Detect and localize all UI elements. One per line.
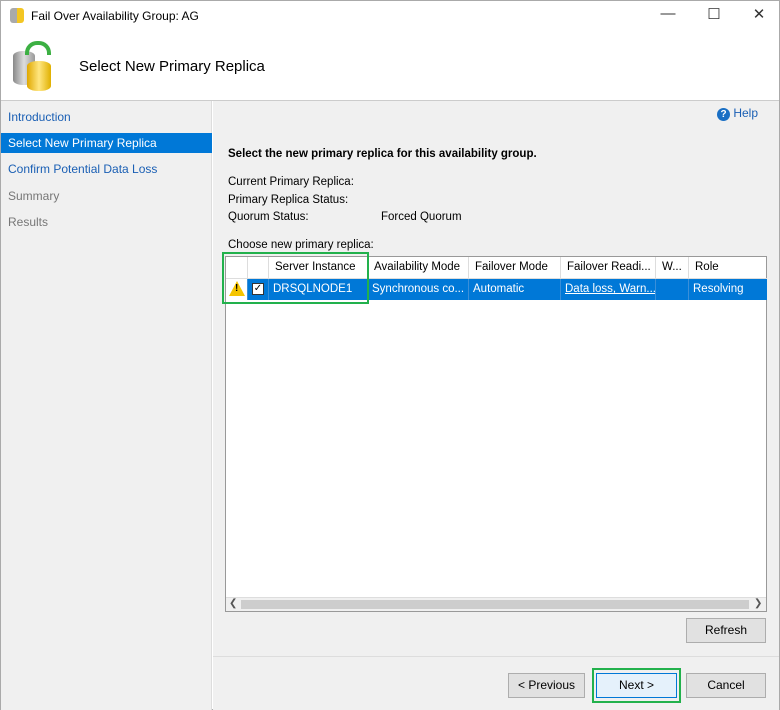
highlight-box-next (592, 668, 681, 703)
nav-item-summary: Summary (8, 189, 60, 203)
instruction-text: Select the new primary replica for this … (228, 148, 537, 160)
column-header-failover-mode[interactable]: Failover Mode (469, 257, 561, 279)
highlight-box-server (222, 252, 369, 304)
column-header-failover-readiness[interactable]: Failover Readi... (561, 257, 656, 279)
role-cell: Resolving (689, 279, 767, 300)
replica-grid: Server Instance Availability Mode Failov… (225, 256, 767, 612)
help-label: Help (733, 106, 759, 120)
nav-item-introduction[interactable]: Introduction (1, 107, 212, 127)
help-icon: ? (717, 108, 730, 121)
horizontal-scrollbar[interactable]: ❮ ❯ (226, 597, 766, 611)
w-cell (656, 279, 689, 300)
current-primary-label: Current Primary Replica: (228, 176, 354, 188)
window-title: Fail Over Availability Group: AG (31, 9, 199, 23)
failover-readiness-link[interactable]: Data loss, Warn... (561, 279, 656, 300)
column-header-availability-mode[interactable]: Availability Mode (368, 257, 469, 279)
quorum-status-value: Forced Quorum (381, 211, 462, 223)
nav-item-results: Results (8, 215, 49, 229)
wizard-nav: Introduction Select New Primary Replica … (1, 101, 212, 710)
availability-mode-cell: Synchronous co... (368, 279, 469, 300)
app-icon (10, 8, 24, 23)
nav-item-select-new-primary-replica[interactable]: Select New Primary Replica (1, 133, 212, 153)
availability-group-icon (13, 41, 57, 91)
title-bar: Fail Over Availability Group: AG — ☐ ✕ (1, 1, 779, 31)
choose-replica-label: Choose new primary replica: (228, 239, 374, 251)
close-button[interactable]: ✕ (744, 5, 774, 27)
quorum-status-label: Quorum Status: (228, 211, 309, 223)
primary-status-label: Primary Replica Status: (228, 194, 349, 206)
column-header-role[interactable]: Role (689, 257, 767, 279)
minimize-button[interactable]: — (653, 5, 683, 27)
cancel-button[interactable]: Cancel (686, 673, 766, 698)
previous-button[interactable]: < Previous (508, 673, 585, 698)
footer-separator (213, 656, 779, 657)
nav-item-confirm-potential-data-loss[interactable]: Confirm Potential Data Loss (1, 159, 212, 179)
page-title: Select New Primary Replica (79, 58, 265, 75)
refresh-button[interactable]: Refresh (686, 618, 766, 643)
failover-mode-cell: Automatic (469, 279, 561, 300)
scroll-thumb[interactable] (241, 600, 749, 609)
maximize-button[interactable]: ☐ (699, 5, 729, 27)
scroll-right-icon[interactable]: ❯ (754, 598, 762, 609)
help-link[interactable]: ? Help (717, 106, 758, 121)
column-header-w[interactable]: W... (656, 257, 689, 279)
scroll-left-icon[interactable]: ❮ (229, 598, 237, 609)
wizard-header: Select New Primary Replica (1, 31, 779, 101)
